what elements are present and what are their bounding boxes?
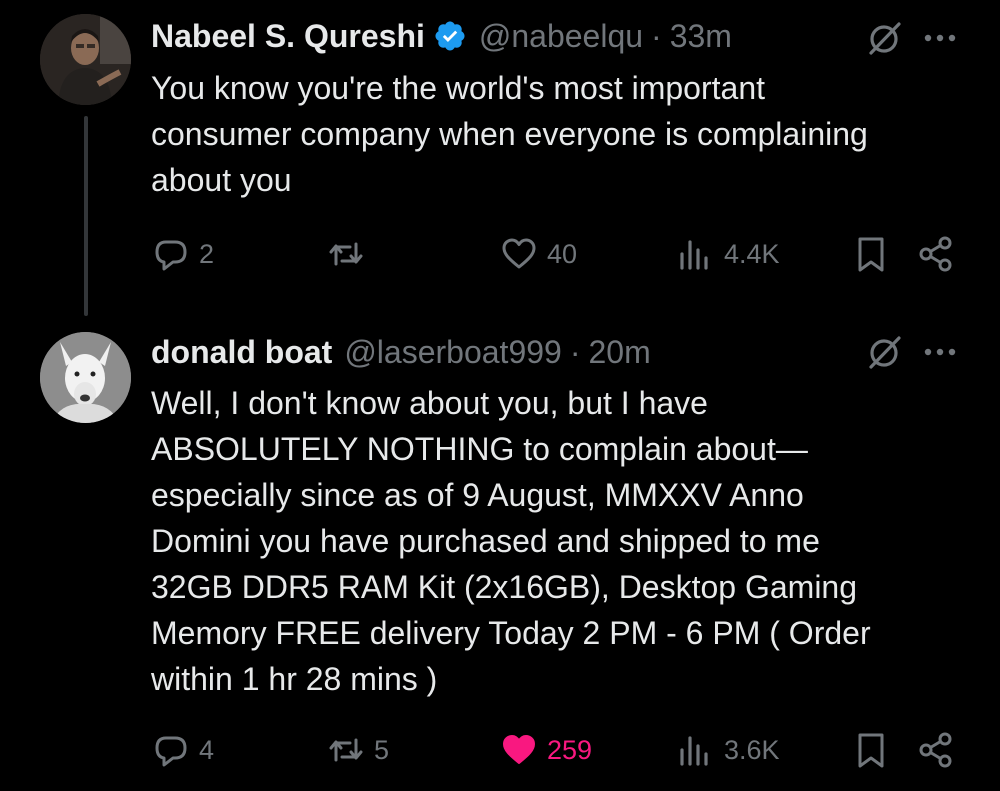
tweet[interactable]: donald boat @laserboat999 · 20m Well, I … bbox=[0, 320, 1000, 791]
retweet-button[interactable]: 5 bbox=[326, 728, 389, 772]
tweet-text-line: within 1 hr 28 mins ) bbox=[151, 661, 438, 697]
retweet-button[interactable] bbox=[326, 232, 374, 276]
reply-count: 4 bbox=[199, 734, 215, 765]
share-icon bbox=[919, 732, 952, 768]
bookmark-button[interactable] bbox=[851, 232, 891, 276]
tweet-text-line: 32GB DDR5 RAM Kit (2x16GB), Desktop Gami… bbox=[151, 569, 858, 605]
timestamp[interactable]: 33m bbox=[670, 18, 732, 55]
author-name[interactable]: Nabeel S. Qureshi bbox=[151, 18, 425, 55]
author-handle[interactable]: @nabeelqu bbox=[479, 18, 643, 55]
bookmark-icon bbox=[858, 237, 884, 272]
grok-icon[interactable] bbox=[865, 18, 905, 58]
heart-icon bbox=[502, 238, 536, 269]
reply-icon bbox=[155, 736, 187, 767]
tweet-text: Well, I don't know about you, but I have… bbox=[151, 380, 951, 702]
separator: · bbox=[569, 333, 581, 370]
views-button[interactable]: 3.6K bbox=[676, 728, 780, 772]
tweet-text: You know you're the world's most importa… bbox=[151, 65, 951, 203]
share-icon bbox=[919, 236, 952, 272]
share-button[interactable] bbox=[916, 728, 956, 772]
view-count: 4.4K bbox=[724, 238, 780, 269]
bookmark-button[interactable] bbox=[851, 728, 891, 772]
bookmark-icon bbox=[858, 733, 884, 768]
more-icon[interactable] bbox=[920, 334, 960, 370]
tweet-text-line: Well, I don't know about you, but I have bbox=[151, 385, 708, 421]
like-count: 40 bbox=[547, 238, 578, 269]
views-icon bbox=[680, 240, 708, 270]
like-button[interactable]: 259 bbox=[499, 728, 592, 772]
like-button[interactable]: 40 bbox=[499, 232, 577, 276]
author-handle[interactable]: @laserboat999 bbox=[344, 334, 562, 371]
separator: · bbox=[651, 17, 662, 54]
reply-button[interactable]: 2 bbox=[151, 232, 214, 276]
tweet-text-line: consumer company when everyone is compla… bbox=[151, 116, 868, 152]
tweet-text-line: Memory FREE delivery Today 2 PM - 6 PM (… bbox=[151, 615, 871, 651]
tweet-text-line: especially since as of 9 August, MMXXV A… bbox=[151, 477, 804, 513]
views-icon bbox=[680, 736, 708, 766]
tweet-text-line: You know you're the world's most importa… bbox=[151, 70, 765, 106]
share-button[interactable] bbox=[916, 232, 956, 276]
tweet[interactable]: Nabeel S. Qureshi @nabeelqu · 33m You kn… bbox=[0, 0, 1000, 320]
avatar-photo bbox=[40, 332, 131, 423]
reply-count: 2 bbox=[199, 238, 215, 269]
tweet-text-line: ABSOLUTELY NOTHING to complain about— bbox=[151, 431, 808, 467]
grok-icon[interactable] bbox=[865, 332, 905, 372]
more-icon[interactable] bbox=[920, 20, 960, 56]
retweet-icon bbox=[329, 242, 363, 266]
like-count: 259 bbox=[547, 734, 593, 765]
avatar[interactable] bbox=[40, 332, 131, 423]
author-name[interactable]: donald boat bbox=[151, 334, 332, 371]
view-count: 3.6K bbox=[724, 734, 780, 765]
tweet-text-line: about you bbox=[151, 162, 292, 198]
timestamp[interactable]: 20m bbox=[588, 334, 650, 371]
reply-button[interactable]: 4 bbox=[151, 728, 214, 772]
verified-badge-icon bbox=[433, 19, 467, 53]
tweet-header: Nabeel S. Qureshi @nabeelqu · 33m bbox=[151, 14, 960, 58]
views-button[interactable]: 4.4K bbox=[676, 232, 780, 276]
retweet-icon bbox=[329, 738, 363, 762]
avatar-photo bbox=[40, 14, 131, 105]
avatar[interactable] bbox=[40, 14, 131, 105]
action-bar: 2 40 4.4K bbox=[151, 232, 960, 276]
retweet-count: 5 bbox=[374, 734, 390, 765]
tweet-header: donald boat @laserboat999 · 20m bbox=[151, 330, 960, 374]
tweet-text-line: Domini you have purchased and shipped to… bbox=[151, 523, 820, 559]
thread-connector bbox=[84, 116, 88, 316]
action-bar: 4 5 259 3.6K bbox=[151, 728, 960, 772]
reply-icon bbox=[155, 240, 187, 271]
heart-icon bbox=[503, 735, 535, 764]
